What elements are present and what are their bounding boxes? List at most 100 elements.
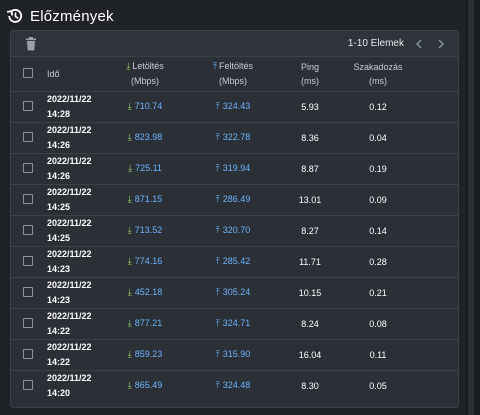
row-ping: 8.36 [279, 121, 341, 153]
row-date: 2022/11/22 [47, 341, 92, 352]
row-clock: 14:22 [47, 356, 71, 367]
row-ping: 16.04 [279, 338, 341, 370]
select-all-checkbox[interactable] [23, 67, 33, 78]
row-checkbox[interactable] [23, 379, 33, 390]
row-checkbox[interactable] [23, 286, 33, 297]
row-date: 2022/11/22 [47, 93, 92, 104]
row-download-cell: ⤓ 859.23 [103, 338, 187, 370]
chevron-left-icon[interactable] [412, 37, 426, 51]
column-upload: ⤒ Feltöltés (Mbps) [187, 57, 279, 91]
row-clock: 14:26 [47, 139, 71, 150]
upload-icon: ⤒ [215, 256, 220, 266]
row-select-cell [11, 338, 45, 370]
row-clock: 14:23 [47, 263, 71, 274]
row-upload: 324.48 [222, 380, 251, 391]
row-time-cell: 2022/11/22 14:22 [45, 307, 103, 339]
table-row[interactable]: 2022/11/22 14:26 ⤓ 823.98 ⤒ 322.78 8.36 0.04 [11, 121, 458, 153]
row-loss: 0.11 [341, 338, 415, 370]
row-checkbox[interactable] [23, 224, 33, 235]
row-download-cell: ⤓ 713.52 [103, 214, 187, 246]
download-icon: ⤓ [126, 61, 131, 72]
row-date: 2022/11/22 [47, 310, 92, 321]
row-select-cell [11, 90, 45, 122]
row-download: 877.21 [134, 318, 163, 328]
row-date: 2022/11/22 [47, 372, 92, 383]
table-row[interactable]: 2022/11/22 14:25 ⤓ 871.15 ⤒ 286.49 13.01 0.09 [11, 183, 458, 215]
row-spacer [415, 121, 458, 153]
download-icon: ⤓ [127, 287, 132, 297]
upload-icon: ⤒ [215, 194, 220, 204]
row-checkbox[interactable] [23, 193, 33, 204]
row-time-cell: 2022/11/22 14:23 [45, 276, 103, 308]
upload-icon: ⤒ [215, 132, 220, 142]
row-spacer [415, 369, 458, 401]
column-loss: Szakadozás (ms) [341, 57, 415, 91]
row-loss: 0.05 [341, 369, 415, 401]
row-spacer [415, 276, 458, 308]
row-download: 713.52 [134, 225, 163, 235]
row-select-cell [11, 152, 45, 184]
column-spacer [415, 57, 458, 91]
download-icon: ⤓ [128, 163, 133, 173]
row-upload: 322.78 [222, 132, 251, 142]
row-ping: 13.01 [279, 183, 341, 215]
row-checkbox[interactable] [23, 162, 33, 173]
row-date: 2022/11/22 [47, 124, 92, 135]
pagination-label: 1-10 Elemek [347, 38, 404, 49]
upload-icon: ⤒ [215, 163, 220, 173]
row-upload-cell: ⤒ 315.90 [187, 338, 279, 370]
table-row[interactable]: 2022/11/22 14:28 ⤓ 710.74 ⤒ 324.43 5.93 0.12 [11, 90, 458, 122]
table-row[interactable]: 2022/11/22 14:23 ⤓ 774.16 ⤒ 285.42 11.71 0.28 [11, 245, 458, 277]
row-clock: 14:23 [47, 294, 71, 305]
row-download-cell: ⤓ 823.98 [103, 121, 187, 153]
row-checkbox[interactable] [23, 317, 33, 328]
table-toolbar: 1-10 Elemek [11, 31, 458, 57]
row-upload: 324.71 [222, 318, 251, 328]
row-download-cell: ⤓ 452.18 [103, 276, 187, 308]
row-checkbox[interactable] [23, 348, 33, 359]
table-row[interactable]: 2022/11/22 14:23 ⤓ 452.18 ⤒ 305.24 10.15 0.21 [11, 276, 458, 308]
download-icon: ⤓ [127, 349, 132, 359]
table-row[interactable]: 2022/11/22 14:22 ⤓ 877.21 ⤒ 324.71 8.24 0.08 [11, 307, 458, 339]
pagination: 1-10 Elemek [348, 37, 448, 51]
row-select-cell [11, 276, 45, 308]
row-date: 2022/11/22 [47, 279, 92, 290]
table-body: 2022/11/22 14:28 ⤓ 710.74 ⤒ 324.43 5.93 0.12 202… [11, 90, 458, 401]
column-loss-label: Szakadozás [353, 61, 403, 72]
row-ping: 8.30 [279, 369, 341, 401]
row-checkbox[interactable] [23, 255, 33, 266]
row-upload: 324.43 [222, 101, 251, 111]
row-checkbox[interactable] [23, 100, 33, 111]
column-time: Idő [47, 68, 60, 79]
history-icon [6, 7, 24, 25]
row-select-cell [11, 183, 45, 215]
row-date: 2022/11/22 [47, 186, 92, 197]
row-upload: 285.42 [222, 256, 251, 266]
upload-icon: ⤒ [215, 101, 220, 111]
table-row[interactable]: 2022/11/22 14:22 ⤓ 859.23 ⤒ 315.90 16.04 0.11 [11, 338, 458, 370]
column-download-label: Letöltés [132, 61, 164, 72]
row-download-cell: ⤓ 774.16 [103, 245, 187, 277]
download-icon: ⤓ [127, 225, 132, 235]
table-row[interactable]: 2022/11/22 14:20 ⤓ 865.49 ⤒ 324.48 8.30 0.05 [11, 369, 458, 401]
row-clock: 14:20 [47, 387, 71, 398]
row-time-cell: 2022/11/22 14:28 [45, 90, 103, 122]
window-edge [466, 0, 480, 415]
table-row[interactable]: 2022/11/22 14:25 ⤓ 713.52 ⤒ 320.70 8.27 0.14 [11, 214, 458, 246]
column-download: ⤓ Letöltés (Mbps) [103, 57, 187, 91]
row-spacer [415, 214, 458, 246]
download-icon: ⤓ [127, 318, 132, 328]
select-all-cell [11, 57, 45, 91]
row-spacer [415, 183, 458, 215]
row-upload-cell: ⤒ 324.43 [187, 90, 279, 122]
row-date: 2022/11/22 [47, 217, 92, 228]
row-download-cell: ⤓ 710.74 [103, 90, 187, 122]
trash-icon[interactable] [25, 36, 37, 51]
upload-icon: ⤒ [215, 225, 220, 235]
row-ping: 10.15 [279, 276, 341, 308]
chevron-right-icon[interactable] [434, 37, 448, 51]
row-checkbox[interactable] [23, 131, 33, 142]
download-icon: ⤓ [127, 380, 132, 391]
row-upload-cell: ⤒ 324.48 [187, 369, 279, 401]
table-row[interactable]: 2022/11/22 14:26 ⤓ 725.11 ⤒ 319.94 8.87 0.19 [11, 152, 458, 184]
